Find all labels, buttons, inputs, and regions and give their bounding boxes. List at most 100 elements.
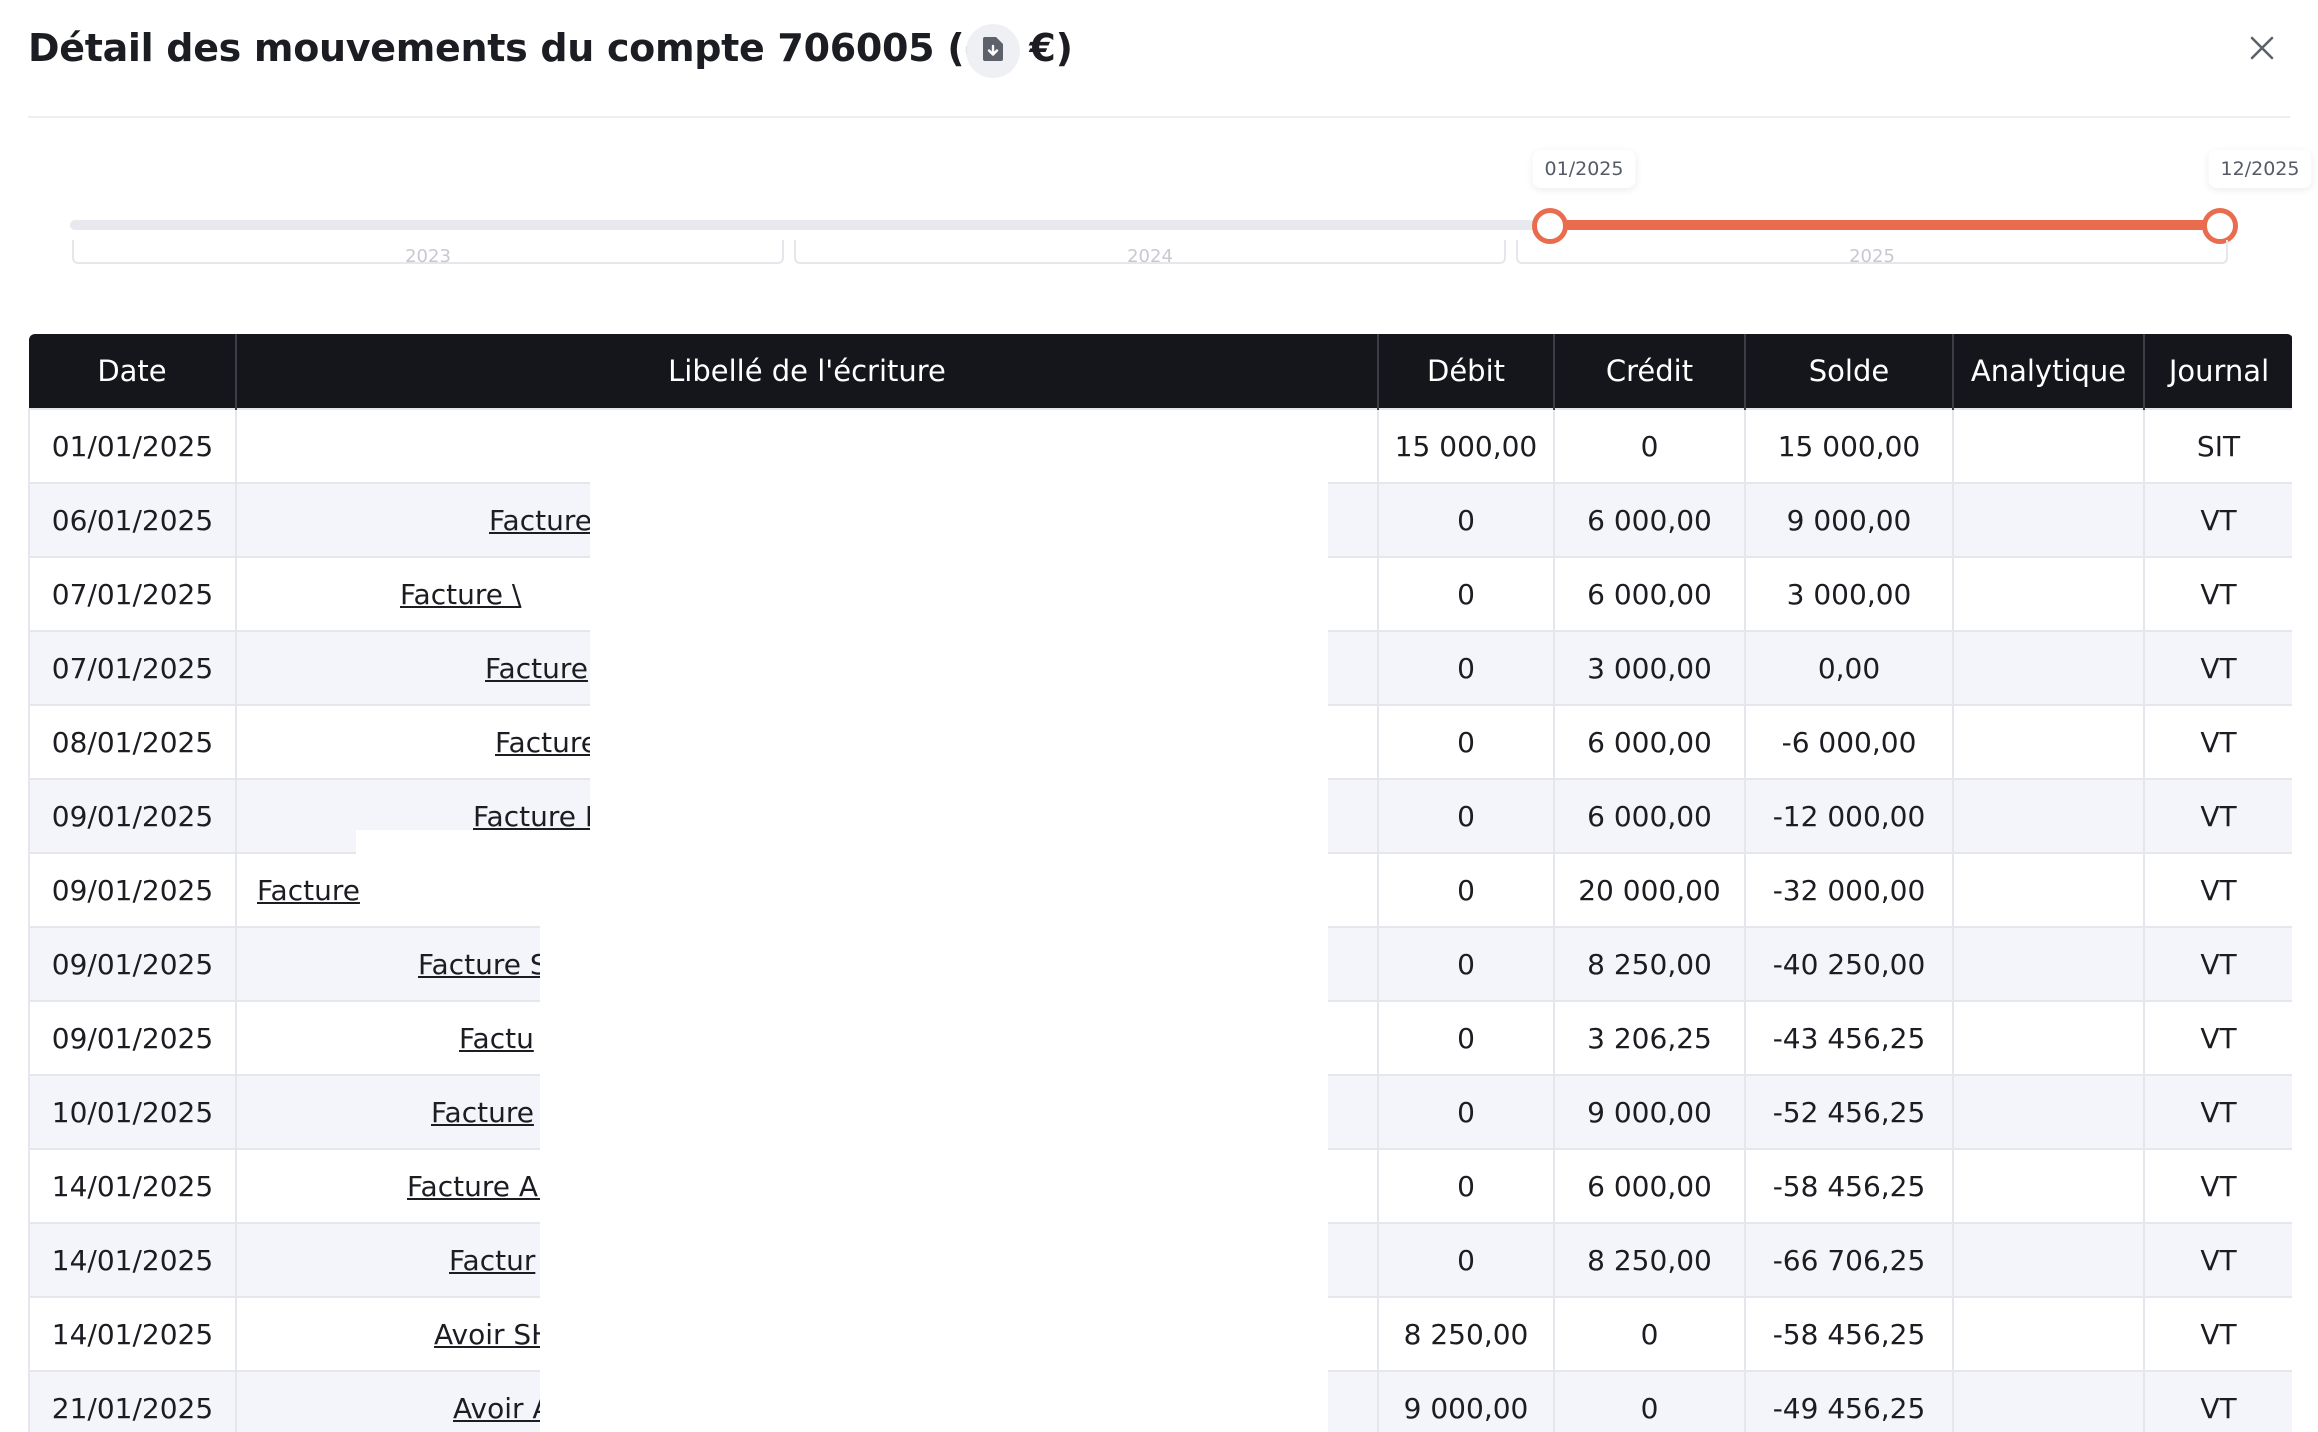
redaction-mask: [590, 480, 1328, 854]
cell-credit: 9 000,00: [1553, 1074, 1746, 1150]
cell-analytique: [1952, 1074, 2145, 1150]
header-divider: [28, 116, 2290, 118]
column-header-libelle[interactable]: Libellé de l'écriture: [235, 334, 1378, 409]
cell-credit: 0: [1553, 408, 1746, 484]
cell-date: 09/01/2025: [28, 926, 237, 1002]
entry-link[interactable]: Facture \: [400, 578, 521, 611]
year-label: 2023: [405, 246, 451, 267]
cell-solde: 3 000,00: [1744, 556, 1954, 632]
entry-link[interactable]: Facture: [431, 1096, 534, 1129]
redaction-mask: [356, 830, 596, 854]
close-icon: [2250, 36, 2274, 64]
entry-link[interactable]: Facture: [495, 726, 598, 759]
column-header-solde[interactable]: Solde: [1744, 334, 1953, 409]
cell-journal: VT: [2143, 1148, 2292, 1224]
cell-debit: 9 000,00: [1377, 1370, 1555, 1432]
cell-journal: VT: [2143, 1370, 2292, 1432]
entry-link[interactable]: Avoir A: [453, 1392, 552, 1425]
cell-journal: VT: [2143, 778, 2292, 854]
slider-selected-range: [1550, 220, 2220, 230]
table-row: 01/01/2025 15 000,00 0 15 000,00 SIT: [28, 408, 2292, 484]
cell-solde: -52 456,25: [1744, 1074, 1954, 1150]
cell-debit: 0: [1377, 852, 1555, 928]
cell-analytique: [1952, 1148, 2145, 1224]
cell-journal: VT: [2143, 926, 2292, 1002]
column-header-journal[interactable]: Journal: [2143, 334, 2292, 409]
cell-credit: 8 250,00: [1553, 926, 1746, 1002]
cell-analytique: [1952, 1296, 2145, 1372]
cell-debit: 0: [1377, 926, 1555, 1002]
cell-analytique: [1952, 852, 2145, 928]
cell-credit: 3 000,00: [1553, 630, 1746, 706]
column-header-analytique[interactable]: Analytique: [1952, 334, 2144, 409]
cell-libelle: [235, 408, 1379, 484]
entry-link[interactable]: Facture F: [473, 800, 601, 833]
cell-solde: 15 000,00: [1744, 408, 1954, 484]
cell-solde: -58 456,25: [1744, 1296, 1954, 1372]
cell-analytique: [1952, 1370, 2145, 1432]
cell-credit: 6 000,00: [1553, 556, 1746, 632]
year-segment-2023[interactable]: 2023: [72, 240, 784, 267]
cell-credit: 3 206,25: [1553, 1000, 1746, 1076]
cell-analytique: [1952, 1222, 2145, 1298]
period-range-slider[interactable]: 01/2025 12/2025 2023 2024 2025: [70, 150, 2312, 280]
cell-journal: SIT: [2143, 408, 2292, 484]
cell-journal: VT: [2143, 1296, 2292, 1372]
cell-date: 01/01/2025: [28, 408, 237, 484]
redaction-mask: [540, 854, 1328, 1432]
cell-date: 09/01/2025: [28, 852, 237, 928]
year-segment-2024[interactable]: 2024: [794, 240, 1506, 267]
cell-debit: 0: [1377, 704, 1555, 780]
cell-solde: -6 000,00: [1744, 704, 1954, 780]
cell-journal: VT: [2143, 1000, 2292, 1076]
cell-solde: -12 000,00: [1744, 778, 1954, 854]
cell-credit: 6 000,00: [1553, 482, 1746, 558]
column-header-date[interactable]: Date: [29, 334, 236, 409]
year-label: 2025: [1849, 246, 1895, 267]
column-header-credit[interactable]: Crédit: [1553, 334, 1745, 409]
cell-analytique: [1952, 556, 2145, 632]
cell-date: 10/01/2025: [28, 1074, 237, 1150]
cell-solde: -66 706,25: [1744, 1222, 1954, 1298]
entry-link[interactable]: Facture: [485, 652, 588, 685]
cell-journal: VT: [2143, 704, 2292, 780]
cell-date: 08/01/2025: [28, 704, 237, 780]
cell-solde: -43 456,25: [1744, 1000, 1954, 1076]
start-handle[interactable]: [1532, 208, 1568, 244]
cell-date: 21/01/2025: [28, 1370, 237, 1432]
cell-solde: -40 250,00: [1744, 926, 1954, 1002]
cell-journal: VT: [2143, 852, 2292, 928]
end-handle[interactable]: [2202, 208, 2238, 244]
entry-link[interactable]: Facture S: [418, 948, 548, 981]
entry-link[interactable]: Facture: [489, 504, 592, 537]
cell-credit: 20 000,00: [1553, 852, 1746, 928]
cell-debit: 15 000,00: [1377, 408, 1555, 484]
entry-link[interactable]: Facture: [257, 874, 360, 907]
document-download-icon: [982, 36, 1004, 66]
entry-link[interactable]: Avoir SH: [434, 1318, 552, 1351]
close-button[interactable]: [2234, 22, 2290, 78]
cell-journal: VT: [2143, 1222, 2292, 1298]
end-handle-label: 12/2025: [2208, 150, 2312, 188]
account-detail-modal: Détail des mouvements du compte 706005 (…: [0, 0, 2318, 1432]
cell-date: 06/01/2025: [28, 482, 237, 558]
cell-credit: 6 000,00: [1553, 704, 1746, 780]
entry-link[interactable]: Factur: [449, 1244, 535, 1277]
column-header-debit[interactable]: Débit: [1377, 334, 1554, 409]
entry-link[interactable]: Facture Al: [407, 1170, 546, 1203]
cell-date: 09/01/2025: [28, 1000, 237, 1076]
entry-link[interactable]: Factu: [459, 1022, 534, 1055]
cell-journal: VT: [2143, 1074, 2292, 1150]
cell-date: 09/01/2025: [28, 778, 237, 854]
cell-journal: VT: [2143, 630, 2292, 706]
modal-title: Détail des mouvements du compte 706005 (…: [28, 26, 1073, 70]
cell-analytique: [1952, 482, 2145, 558]
cell-journal: VT: [2143, 482, 2292, 558]
year-label: 2024: [1127, 246, 1173, 267]
year-segment-2025[interactable]: 2025: [1516, 240, 2228, 267]
cell-analytique: [1952, 630, 2145, 706]
cell-debit: 0: [1377, 1222, 1555, 1298]
cell-debit: 8 250,00: [1377, 1296, 1555, 1372]
cell-debit: 0: [1377, 630, 1555, 706]
export-button[interactable]: [966, 24, 1020, 78]
